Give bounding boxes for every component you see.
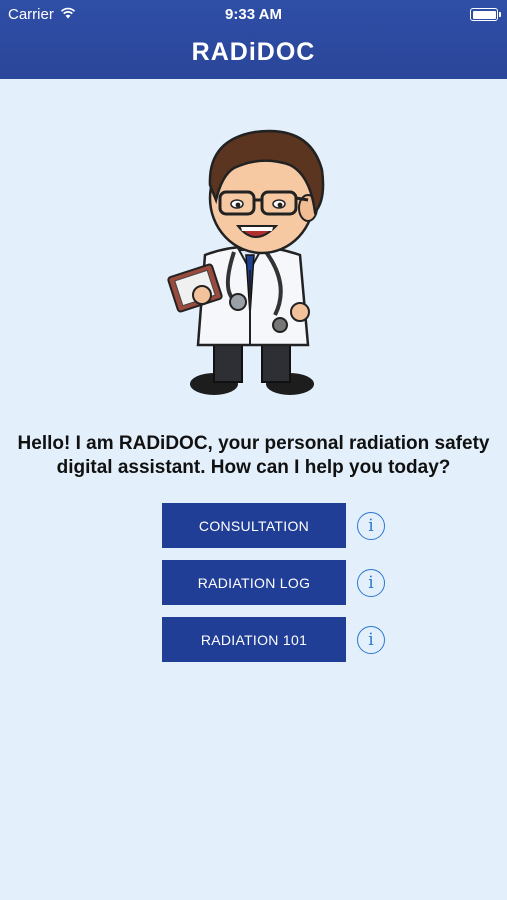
- radiation-101-button[interactable]: RADIATION 101: [162, 617, 346, 662]
- consultation-button[interactable]: CONSULTATION: [162, 503, 346, 548]
- greeting-text: Hello! I am RADiDOC, your personal radia…: [17, 433, 490, 478]
- status-bar: Carrier 9:33 AM: [0, 0, 507, 28]
- battery-icon: [470, 8, 501, 21]
- clock: 9:33 AM: [225, 6, 282, 23]
- radiation-101-info-icon[interactable]: i: [357, 626, 385, 654]
- doctor-mascot-illustration: [167, 129, 325, 395]
- consultation-info-icon[interactable]: i: [357, 512, 385, 540]
- app-header: Carrier 9:33 AM RADiDOC: [0, 0, 507, 79]
- app-title: RADiDOC: [191, 38, 316, 66]
- radiation-log-button[interactable]: RADIATION LOG: [162, 560, 346, 605]
- radiation-log-info-icon[interactable]: i: [357, 569, 385, 597]
